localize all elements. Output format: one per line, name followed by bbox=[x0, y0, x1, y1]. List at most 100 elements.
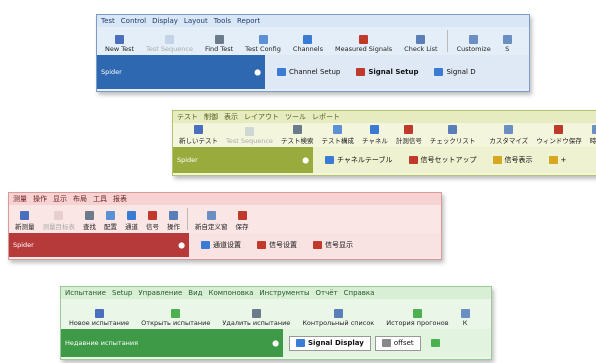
menu-item[interactable]: Test bbox=[101, 17, 115, 25]
toolbar-button[interactable]: チャネル bbox=[360, 125, 390, 147]
document-tab[interactable]: チャネルテーブル bbox=[319, 154, 399, 167]
toolbar-button-label: История прогонов bbox=[386, 319, 449, 327]
document-tab[interactable]: 通道设置 bbox=[195, 239, 247, 252]
toolbar-button[interactable]: 信号 bbox=[144, 211, 161, 233]
signal-display-icon bbox=[313, 241, 322, 249]
menu-item[interactable]: Report bbox=[237, 17, 260, 25]
toolbar-button[interactable]: テスト検索 bbox=[279, 125, 316, 147]
russian-window: Испытание Setup Управление Вид Компоновка Инс… bbox=[60, 286, 492, 360]
menu-item[interactable]: Отчёт bbox=[316, 289, 338, 297]
check-list-icon bbox=[416, 35, 426, 44]
pin-icon[interactable]: ⬤ bbox=[272, 340, 279, 347]
toolbar-button[interactable]: Test Config bbox=[241, 35, 285, 55]
toolbar-button[interactable]: 新自定义窗 bbox=[193, 211, 230, 233]
toolbar-button[interactable]: Контрольный список bbox=[298, 309, 378, 329]
menu-item[interactable]: Испытание bbox=[65, 289, 106, 297]
document-tab[interactable] bbox=[425, 337, 449, 350]
menu-item[interactable]: Setup bbox=[112, 289, 132, 297]
menu-item[interactable]: Справка bbox=[344, 289, 375, 297]
menu-item[interactable]: Инструменты bbox=[259, 289, 309, 297]
pin-icon[interactable]: ⬤ bbox=[178, 242, 185, 249]
toolbar-button[interactable]: 計測信号 bbox=[394, 125, 424, 147]
dock-title: Spider bbox=[101, 68, 122, 76]
toolbar-button[interactable]: К bbox=[457, 309, 474, 329]
pin-icon[interactable]: ⬤ bbox=[254, 69, 261, 76]
toolbar-button[interactable]: Открыть испытание bbox=[137, 309, 214, 329]
toolbar-button[interactable]: История прогонов bbox=[382, 309, 452, 329]
document-tab[interactable]: Channel Setup bbox=[271, 66, 346, 79]
test-sequence-icon bbox=[244, 127, 254, 136]
toolbar-button[interactable]: テスト構成 bbox=[319, 125, 356, 147]
time-icon bbox=[591, 125, 596, 134]
menu-item[interactable]: テスト bbox=[177, 112, 198, 122]
run-history-icon bbox=[412, 309, 422, 318]
toolbar-button[interactable]: New Test bbox=[101, 35, 138, 55]
menu-item[interactable]: 报表 bbox=[113, 194, 127, 204]
toolbar-button[interactable]: カスタマイズ bbox=[487, 125, 530, 147]
menu-item[interactable]: Вид bbox=[188, 289, 202, 297]
toolbar-button[interactable]: 新しいテスト bbox=[177, 125, 220, 147]
toolbar-button[interactable]: 通道 bbox=[123, 211, 140, 233]
document-tab[interactable]: + bbox=[543, 154, 573, 167]
menu-item[interactable]: 表示 bbox=[224, 112, 238, 122]
toolbar-button[interactable]: 時間 bbox=[588, 125, 596, 147]
toolbar-button[interactable]: Check List bbox=[400, 35, 441, 55]
toolbar-button[interactable]: Measured Signals bbox=[331, 35, 396, 55]
dock-panel-header[interactable]: Spider ⬤ bbox=[9, 233, 189, 257]
toolbar-button-label: 保存 bbox=[235, 223, 249, 231]
menu-item[interactable]: レイアウト bbox=[244, 112, 279, 122]
toolbar-button[interactable]: Customize bbox=[453, 35, 495, 55]
menu-item[interactable]: 制御 bbox=[204, 112, 218, 122]
dock-panel-header[interactable]: Недавние испытания ⬤ bbox=[61, 329, 283, 357]
document-tab[interactable]: offset bbox=[374, 335, 421, 351]
bottom-strip: Недавние испытания ⬤ Signal Display offset bbox=[61, 329, 491, 357]
document-tabs: Signal Display offset bbox=[283, 329, 491, 357]
menu-item[interactable]: ツール bbox=[285, 112, 306, 122]
menu-item[interactable]: Компоновка bbox=[209, 289, 254, 297]
document-tab[interactable]: Signal D bbox=[428, 66, 481, 79]
dock-title: Недавние испытания bbox=[65, 339, 139, 347]
toolbar-button[interactable]: 新测量 bbox=[13, 211, 37, 233]
toolbar-button[interactable]: S bbox=[499, 35, 516, 55]
toolbar-button[interactable]: Новое испытание bbox=[65, 309, 133, 329]
toolbar-button[interactable]: 配置 bbox=[102, 211, 119, 233]
toolbar-button[interactable]: 测量目标表 bbox=[41, 211, 78, 233]
toolbar: New Test Test Sequence Find Test Test Confi… bbox=[97, 27, 529, 55]
menu-item[interactable]: Управление bbox=[138, 289, 182, 297]
document-tab[interactable]: 信号セットアップ bbox=[403, 154, 483, 167]
menu-item[interactable]: 布局 bbox=[73, 194, 87, 204]
menu-item[interactable]: 测量 bbox=[13, 194, 27, 204]
japanese-window: テスト 制御 表示 レイアウト ツール レポート 新しいテスト Test Sequence テス… bbox=[172, 110, 596, 176]
menu-item[interactable]: Layout bbox=[184, 17, 208, 25]
toolbar-button[interactable]: Channels bbox=[289, 35, 327, 55]
document-tab[interactable]: Signal Display bbox=[289, 335, 371, 351]
toolbar-button[interactable]: チェックリスト bbox=[428, 125, 478, 147]
document-tab[interactable]: 信号设置 bbox=[251, 239, 303, 252]
toolbar-button[interactable]: Test Sequence bbox=[142, 35, 197, 55]
pin-icon[interactable]: ⬤ bbox=[302, 157, 309, 164]
toolbar-button[interactable]: 操作 bbox=[165, 211, 182, 233]
test-config-icon bbox=[333, 125, 343, 134]
menu-item[interactable]: Control bbox=[121, 17, 146, 25]
toolbar-button[interactable]: Find Test bbox=[201, 35, 237, 55]
toolbar-button-label: 信号 bbox=[146, 223, 159, 231]
toolbar-button[interactable]: 保存 bbox=[234, 211, 251, 233]
toolbar-button[interactable]: Test Sequence bbox=[224, 127, 275, 147]
menu-item[interactable]: Display bbox=[152, 17, 178, 25]
signal-display-icon bbox=[492, 156, 502, 164]
document-tab[interactable]: Signal Setup bbox=[350, 66, 424, 79]
toolbar-button[interactable]: 查找 bbox=[81, 211, 98, 233]
menu-item[interactable]: 操作 bbox=[33, 194, 47, 204]
dock-panel-header[interactable]: Spider ⬤ bbox=[173, 147, 313, 173]
open-test-icon bbox=[171, 309, 181, 318]
menu-item[interactable]: 显示 bbox=[53, 194, 67, 204]
dock-panel-header[interactable]: Spider ⬤ bbox=[97, 55, 265, 89]
menu-item[interactable]: 工具 bbox=[93, 194, 107, 204]
document-tab[interactable]: 信号显示 bbox=[307, 239, 359, 252]
document-tab[interactable]: 信号表示 bbox=[487, 154, 539, 167]
menu-item[interactable]: Tools bbox=[214, 17, 231, 25]
toolbar-button[interactable]: Удалить испытание bbox=[218, 309, 294, 329]
menu-item[interactable]: レポート bbox=[312, 112, 340, 122]
toolbar-button-label: Channels bbox=[292, 45, 323, 53]
toolbar-button[interactable]: ウィンドウ保存 bbox=[534, 125, 584, 147]
